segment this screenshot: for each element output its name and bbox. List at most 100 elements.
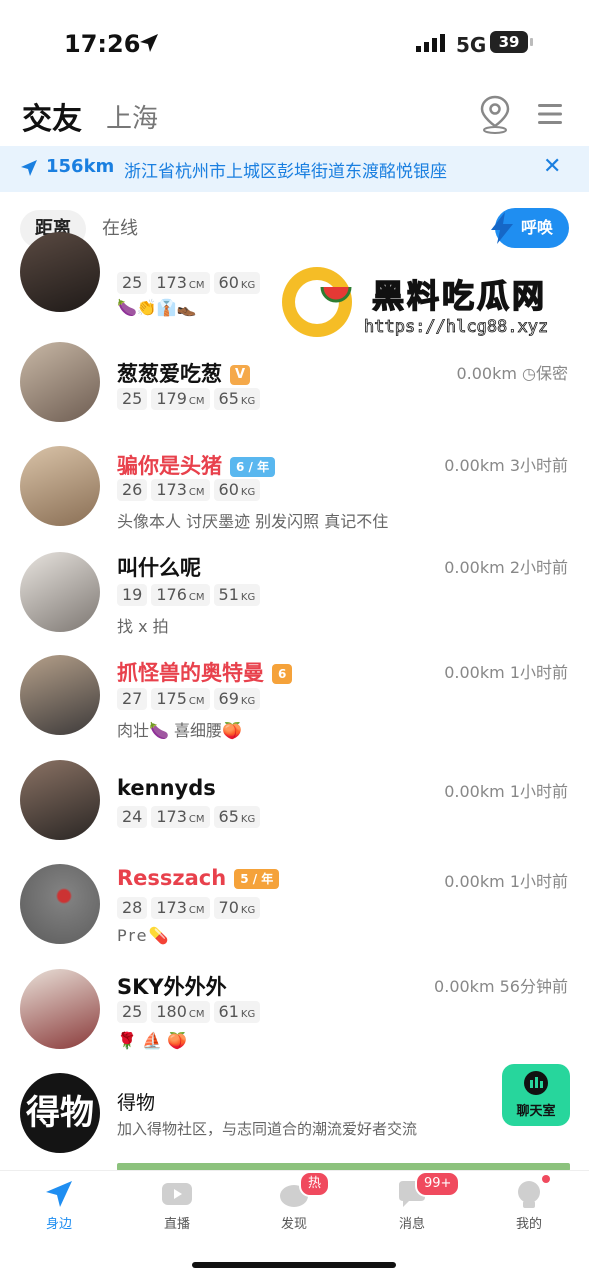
user-meta: 0.00km 3小时前 — [444, 456, 568, 475]
stat-weight: 51 KG — [213, 584, 261, 606]
user-name: 抓怪兽的奥特曼 6 — [117, 657, 293, 687]
list-item[interactable]: 抓怪兽的奥特曼 6 0.00km 1小时前 27 175 CM 69 KG 肉壮🍆 喜… — [0, 655, 589, 755]
stat-weight: 69 KG — [213, 688, 261, 710]
list-item[interactable]: 叫什么呢 0.00km 2小时前 19 176 CM 51 KG 找 x 拍 — [0, 552, 589, 652]
stat-height: 179 CM — [151, 388, 210, 410]
verified-badge: V — [230, 365, 250, 385]
location-pin-icon[interactable] — [478, 94, 512, 134]
tab-nearby[interactable]: 身边 — [19, 1179, 99, 1232]
notification-dot — [542, 1175, 550, 1183]
list-item[interactable]: kennyds 0.00km 1小时前 24 173 CM 65 KG — [0, 760, 589, 860]
tab-profile[interactable]: 我的 — [489, 1175, 569, 1232]
stat-height: 173 CM — [151, 897, 210, 919]
ad-logo[interactable]: 得物 — [20, 1073, 100, 1153]
signal-icon — [416, 34, 445, 52]
vip-badge: 5 / 年 — [234, 869, 280, 889]
user-bio: 🌹 ⛵ 🍑 — [117, 1031, 187, 1050]
stat-weight: 65 KG — [213, 388, 261, 410]
status-bar: 17:26 5G 39 — [0, 0, 589, 88]
stat-height: 173 CM — [151, 272, 210, 294]
battery-icon: 39 — [490, 31, 528, 53]
watermark: 黑料吃瓜网 https://hlcg88.xyz — [280, 265, 570, 340]
ad-description: 加入得物社区，与志同道合的潮流爱好者交流 — [117, 1120, 418, 1138]
address-text: 浙江省杭州市上城区彭埠街道东渡酩悦银座 — [124, 162, 447, 182]
tab-messages[interactable]: 99+ 消息 — [372, 1171, 461, 1232]
navigation-icon — [21, 160, 37, 176]
chatroom-button[interactable]: 聊天室 — [502, 1064, 570, 1126]
city-label[interactable]: 上海 — [106, 98, 158, 135]
tab-discover[interactable]: 热门 发现 — [254, 1171, 334, 1232]
tab-label: 我的 — [515, 1217, 542, 1232]
stat-age: 27 — [117, 688, 148, 710]
stat-age: 25 — [117, 388, 148, 410]
tab-label: 消息 — [398, 1217, 425, 1232]
stat-age: 26 — [117, 479, 148, 501]
stat-age: 19 — [117, 584, 148, 606]
list-item[interactable]: SKY外外外 0.00km 56分钟前 25 180 CM 61 KG 🌹 ⛵ 🍑 — [0, 969, 589, 1069]
stat-weight: 60 KG — [213, 272, 261, 294]
avatar[interactable] — [20, 342, 100, 422]
filter-menu-icon[interactable] — [536, 100, 564, 128]
tab-live[interactable]: 直播 — [137, 1179, 217, 1232]
status-time: 17:26 — [64, 30, 141, 58]
user-meta: 0.00km 1小时前 — [444, 782, 568, 801]
tab-label: 发现 — [280, 1217, 307, 1232]
user-stats: 26 173 CM 60 KG — [117, 479, 261, 501]
list-item[interactable]: 葱葱爱吃葱 V 0.00km ◷保密 25 179 CM 65 KG — [0, 342, 589, 442]
user-bio: 头像本人 讨厌墨迹 别发闪照 真记不住 — [117, 512, 389, 531]
user-name: 骗你是头猪 6 / 年 — [117, 450, 276, 480]
location-banner[interactable]: 156km 浙江省杭州市上城区彭埠街道东渡酩悦银座 ✕ — [0, 146, 589, 192]
battery-tip — [530, 38, 533, 46]
top-header: 交友 上海 — [0, 88, 589, 144]
user-name: 叫什么呢 — [117, 556, 201, 580]
distance-text: 156km — [46, 156, 115, 177]
user-stats: 25 179 CM 65 KG — [117, 388, 261, 410]
watermark-url: https://hlcg88.xyz — [364, 317, 549, 338]
user-stats: 28 173 CM 70 KG — [117, 897, 261, 919]
user-bio: Pre💊 — [117, 926, 171, 945]
stat-height: 176 CM — [151, 584, 210, 606]
user-stats: 25 180 CM 61 KG — [117, 1001, 261, 1023]
close-icon[interactable]: ✕ — [543, 154, 561, 179]
user-stats: 24 173 CM 65 KG — [117, 806, 261, 828]
stat-height: 175 CM — [151, 688, 210, 710]
vip-badge: 6 — [272, 664, 293, 684]
video-icon — [162, 1183, 192, 1205]
avatar[interactable] — [20, 446, 100, 526]
stat-weight: 61 KG — [213, 1001, 261, 1023]
user-name: 葱葱爱吃葱 V — [117, 358, 250, 388]
user-meta: 0.00km 56分钟前 — [434, 977, 568, 996]
avatar[interactable] — [20, 864, 100, 944]
user-name: kennyds — [117, 776, 216, 800]
stat-age: 24 — [117, 806, 148, 828]
navigation-icon — [46, 1181, 72, 1207]
hot-badge: 热门 — [299, 1171, 331, 1213]
ad-name[interactable]: 得物 — [117, 1088, 155, 1115]
user-name: SKY外外外 — [117, 975, 227, 999]
tab-label: 身边 — [45, 1217, 72, 1232]
list-item[interactable]: Resszach 5 / 年 0.00km 1小时前 28 173 CM 70 KG … — [0, 864, 589, 964]
clock-icon: ◷ — [522, 364, 536, 383]
list-item[interactable]: 骗你是头猪 6 / 年 0.00km 3小时前 26 173 CM 60 KG 头像本… — [0, 446, 589, 546]
home-indicator — [192, 1262, 396, 1268]
user-stats: 19 176 CM 51 KG — [117, 584, 261, 606]
page-title: 交友 — [22, 102, 82, 137]
user-bio: 肉壮🍆 喜细腰🍑 — [117, 721, 242, 740]
chatroom-label: 聊天室 — [516, 1104, 556, 1119]
user-meta: 0.00km ◷保密 — [456, 364, 568, 383]
stat-height: 180 CM — [151, 1001, 210, 1023]
stat-height: 173 CM — [151, 479, 210, 501]
avatar[interactable] — [20, 969, 100, 1049]
user-bio: 找 x 拍 — [117, 617, 169, 636]
avatar[interactable] — [20, 760, 100, 840]
watermark-title: 黑料吃瓜网 — [371, 276, 548, 316]
user-stats: 25 173 CM 60 KG — [117, 272, 261, 294]
avatar[interactable] — [20, 232, 100, 312]
user-meta: 0.00km 1小时前 — [444, 663, 568, 682]
tab-label: 直播 — [163, 1217, 190, 1232]
vip-badge: 6 / 年 — [230, 457, 276, 477]
avatar[interactable] — [20, 552, 100, 632]
user-bio: 🍆👏👔👞 — [117, 298, 197, 317]
user-name: Resszach 5 / 年 — [117, 866, 280, 890]
avatar[interactable] — [20, 655, 100, 735]
